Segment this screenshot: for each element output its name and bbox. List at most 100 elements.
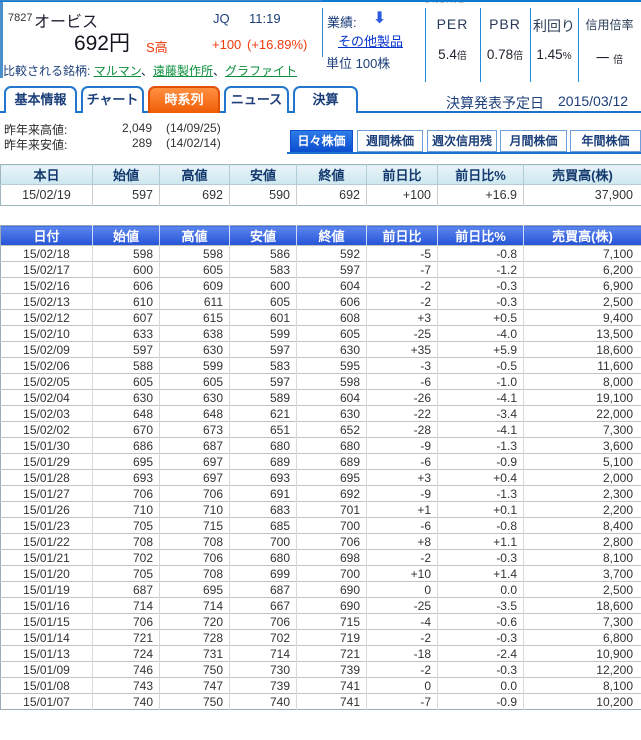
column-header: 前日比: [367, 165, 438, 185]
value-cell: 2,800: [524, 534, 641, 550]
tab-earnings[interactable]: 決算: [293, 86, 358, 113]
compare-link-2[interactable]: 遠藤製作所: [153, 64, 213, 78]
current-price: 692円: [38, 27, 130, 57]
value-cell: 607: [93, 310, 160, 326]
value-cell: 22,000: [524, 406, 641, 422]
value-cell: 714: [160, 598, 230, 614]
value-cell: 705: [93, 518, 160, 534]
value-cell: 598: [160, 246, 230, 262]
value-cell: 630: [297, 406, 367, 422]
date-cell: 15/02/02: [1, 422, 93, 438]
period-weekly-margin-button[interactable]: 週次信用残: [427, 130, 497, 152]
period-weekly-button[interactable]: 週間株価: [357, 130, 423, 152]
value-cell: 599: [160, 358, 230, 374]
value-cell: 608: [297, 310, 367, 326]
value-cell: -3: [367, 358, 438, 374]
column-header: 日付: [1, 226, 93, 246]
compare-link-3[interactable]: グラファイト: [225, 64, 297, 78]
value-cell: 6,200: [524, 262, 641, 278]
value-cell: -4.1: [438, 422, 524, 438]
value-cell: 597: [230, 374, 297, 390]
value-cell: 588: [93, 358, 160, 374]
value-cell: 630: [160, 390, 230, 406]
value-cell: 689: [297, 454, 367, 470]
value-cell: 597: [93, 185, 160, 206]
column-header: 前日比%: [438, 226, 524, 246]
table-row: 15/02/12607615601608+3+0.59,400: [1, 310, 641, 326]
value-cell: 7,100: [524, 246, 641, 262]
table-row: 15/01/0874374773974100.08,100: [1, 678, 641, 694]
value-cell: 705: [93, 566, 160, 582]
value-cell: 697: [160, 454, 230, 470]
value-cell: 706: [160, 550, 230, 566]
column-header: 高値: [160, 165, 230, 185]
period-daily-button[interactable]: 日々株価: [290, 130, 353, 152]
value-cell: 731: [160, 646, 230, 662]
tab-time-series[interactable]: 時系列: [148, 86, 220, 113]
metric-value-pbr: 0.78倍: [480, 47, 530, 62]
column-header: 本日: [1, 165, 93, 185]
value-cell: 667: [230, 598, 297, 614]
period-monthly-button[interactable]: 月間株価: [500, 130, 567, 152]
value-cell: 687: [93, 582, 160, 598]
value-cell: 706: [160, 486, 230, 502]
value-cell: 605: [297, 326, 367, 342]
value-cell: 606: [297, 294, 367, 310]
value-cell: -22: [367, 406, 438, 422]
tab-chart[interactable]: チャート: [81, 86, 144, 113]
value-cell: 598: [297, 374, 367, 390]
date-cell: 15/02/10: [1, 326, 93, 342]
value-cell: 710: [93, 502, 160, 518]
value-cell: 750: [160, 662, 230, 678]
value-cell: 6,900: [524, 278, 641, 294]
value-cell: 10,200: [524, 694, 641, 710]
date-cell: 15/01/30: [1, 438, 93, 454]
value-cell: 648: [160, 406, 230, 422]
value-cell: 700: [297, 566, 367, 582]
value-cell: -3.4: [438, 406, 524, 422]
earnings-date-label: 決算発表予定日: [446, 93, 544, 113]
metric-value-per: 5.4倍: [425, 47, 480, 62]
value-cell: -1.3: [438, 438, 524, 454]
price-change: +100: [212, 37, 241, 52]
period-yearly-button[interactable]: 年間株価: [570, 130, 641, 152]
value-cell: -0.8: [438, 518, 524, 534]
compare-stocks-row: 比較される銘柄: マルマン、遠藤製作所、グラファイト: [3, 62, 297, 79]
value-cell: 692: [297, 185, 367, 206]
value-cell: 702: [93, 550, 160, 566]
value-cell: 590: [230, 185, 297, 206]
value-cell: 706: [93, 486, 160, 502]
quote-separator: [322, 8, 323, 57]
date-cell: 15/01/19: [1, 582, 93, 598]
value-cell: -0.3: [438, 294, 524, 310]
value-cell: -25: [367, 326, 438, 342]
column-header: 前日比%: [438, 165, 524, 185]
value-cell: -0.3: [438, 278, 524, 294]
tab-basic-info[interactable]: 基本情報: [4, 86, 77, 113]
tab-news[interactable]: ニュース: [224, 86, 289, 113]
date-cell: 15/02/16: [1, 278, 93, 294]
value-cell: 605: [160, 262, 230, 278]
period-group-border: [287, 152, 641, 154]
value-cell: +1.1: [438, 534, 524, 550]
value-cell: 8,400: [524, 518, 641, 534]
value-cell: +1.4: [438, 566, 524, 582]
value-cell: -2: [367, 662, 438, 678]
value-cell: -26: [367, 390, 438, 406]
value-cell: 7,300: [524, 614, 641, 630]
value-cell: -4.0: [438, 326, 524, 342]
year-low-value: 289: [96, 136, 152, 150]
date-cell: 15/01/13: [1, 646, 93, 662]
value-cell: -0.3: [438, 550, 524, 566]
table-row: 15/02/17600605583597-7-1.26,200: [1, 262, 641, 278]
date-cell: 15/01/14: [1, 630, 93, 646]
date-cell: 15/01/26: [1, 502, 93, 518]
value-cell: 680: [230, 550, 297, 566]
sector-link[interactable]: その他製品: [338, 31, 403, 50]
table-row: 15/01/28693697693695+3+0.42,000: [1, 470, 641, 486]
compare-link-1[interactable]: マルマン: [94, 64, 141, 78]
value-cell: 601: [230, 310, 297, 326]
value-cell: 598: [93, 246, 160, 262]
column-header: 始値: [93, 165, 160, 185]
value-cell: -2: [367, 294, 438, 310]
